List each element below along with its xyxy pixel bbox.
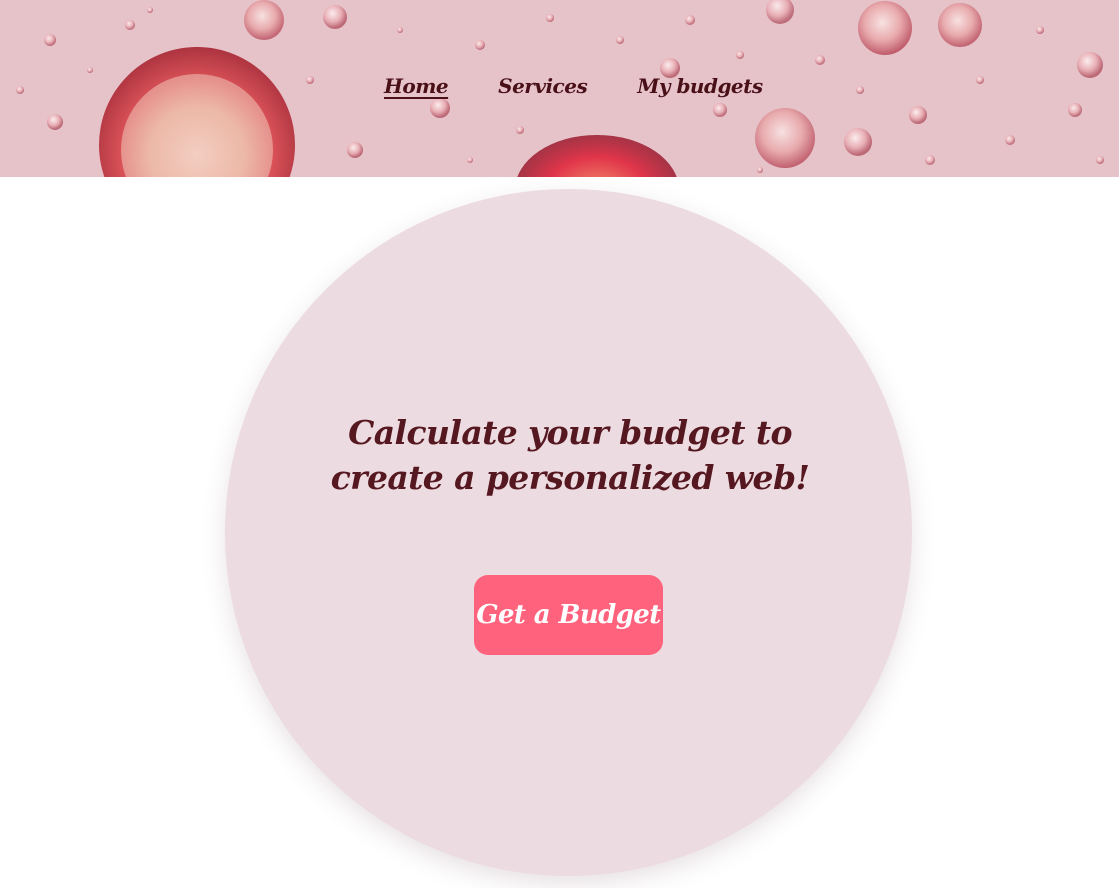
- nav-link-services[interactable]: Services: [498, 74, 588, 98]
- hero-circle: [225, 189, 912, 876]
- nav-link-home[interactable]: Home: [384, 74, 449, 98]
- nav-link-my-budgets[interactable]: My budgets: [637, 74, 763, 98]
- main-nav: Home Services My budgets: [384, 74, 763, 98]
- get-budget-button[interactable]: Get a Budget: [474, 575, 663, 655]
- hero-headline: Calculate your budget to create a person…: [330, 413, 810, 497]
- header-banner: Home Services My budgets: [0, 0, 1119, 177]
